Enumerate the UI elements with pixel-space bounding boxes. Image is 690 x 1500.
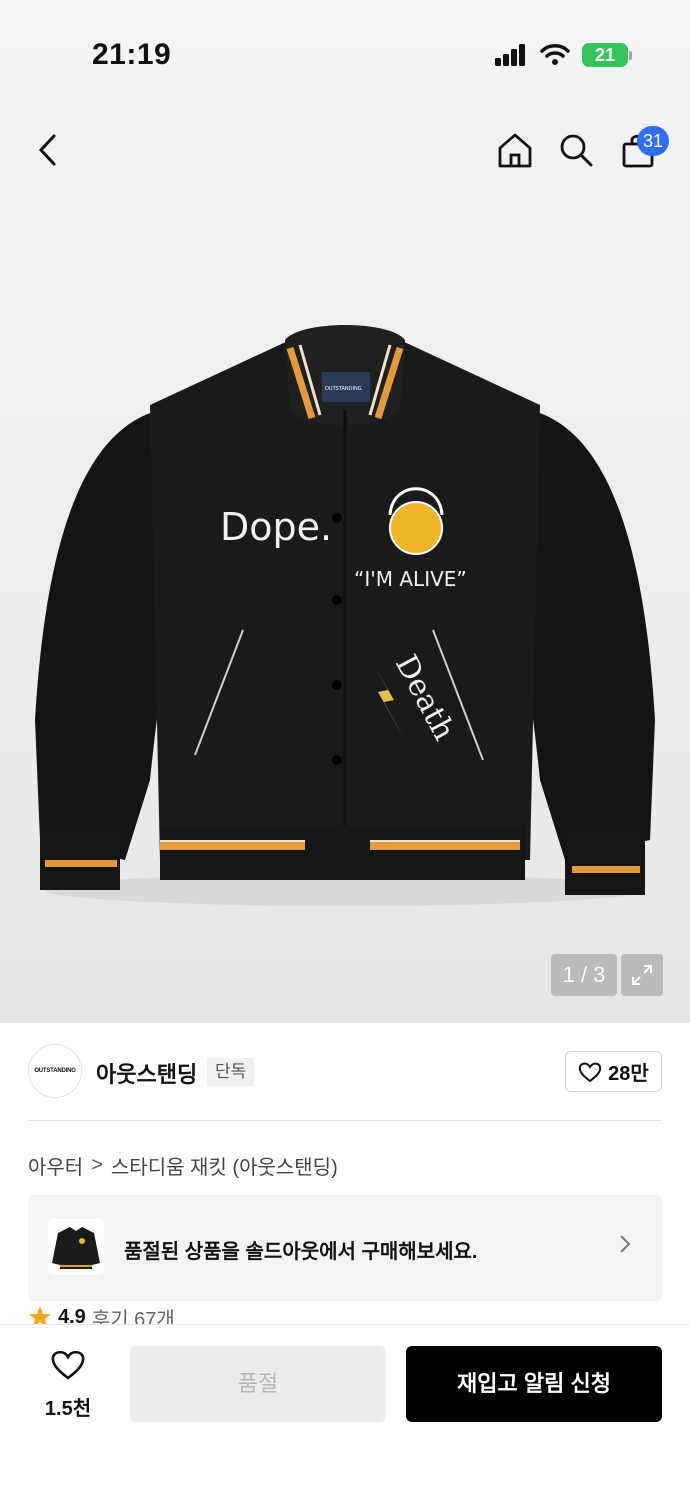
image-pager: 1 / 3 — [551, 954, 617, 996]
status-time: 21:19 — [92, 38, 172, 71]
breadcrumb: 아우터 > 스타디움 재킷 (아웃스탠딩) — [28, 1151, 338, 1180]
cellular-signal-icon — [495, 44, 527, 66]
wifi-icon — [540, 44, 570, 65]
breadcrumb-separator: > — [91, 1154, 103, 1176]
battery-cap — [629, 51, 632, 60]
bottom-action-bar: 1.5천 품절 재입고 알림 신청 — [0, 1324, 690, 1500]
soldout-banner-text: 품절된 상품을 솔드아웃에서 구매해보세요. — [124, 1241, 478, 1263]
wishlist-count: 1.5천 — [44, 1398, 92, 1420]
brand-logo-text: OUTSTANDING — [34, 1068, 76, 1074]
home-icon — [498, 133, 532, 168]
heart-icon — [578, 1062, 602, 1082]
expand-button[interactable] — [621, 954, 663, 996]
breadcrumb-product[interactable]: 스타디움 재킷 (아웃스탠딩) — [111, 1151, 338, 1180]
back-button[interactable] — [26, 128, 70, 172]
heart-icon — [51, 1350, 85, 1380]
back-arrow-icon — [38, 134, 56, 166]
brand-like-count: 28만 — [608, 1063, 649, 1085]
divider — [28, 1120, 662, 1121]
jacket-neck-label: OUTSTANDING — [325, 386, 362, 392]
jacket-text-dope: Dope. — [220, 505, 332, 549]
brand-like-button[interactable]: 28만 — [565, 1051, 662, 1092]
status-bar: 21:19 21 — [0, 0, 690, 100]
exclusive-badge: 단독 — [207, 1058, 255, 1086]
brand-name[interactable]: 아웃스탠딩 — [96, 1057, 197, 1089]
battery-icon: 21 — [582, 43, 628, 67]
search-icon — [560, 134, 593, 167]
wishlist-button[interactable]: 1.5천 — [40, 1349, 96, 1421]
search-button[interactable] — [554, 128, 598, 172]
restock-alert-button[interactable]: 재입고 알림 신청 — [406, 1346, 662, 1422]
cart-count-badge: 31 — [637, 126, 670, 156]
product-image: Dope. “I'M ALIVE” Death OUTSTANDING — [35, 325, 655, 906]
breadcrumb-category[interactable]: 아우터 — [28, 1151, 83, 1180]
chevron-right-icon — [618, 1233, 632, 1262]
soldout-thumbnail — [48, 1219, 104, 1275]
soldout-button[interactable]: 품절 — [130, 1346, 386, 1422]
expand-icon — [632, 965, 652, 985]
brand-logo[interactable]: OUTSTANDING — [28, 1044, 82, 1098]
jacket-text-alive: “I'M ALIVE” — [354, 567, 467, 591]
home-button[interactable] — [493, 128, 537, 172]
soldout-banner[interactable]: 품절된 상품을 솔드아웃에서 구매해보세요. — [28, 1195, 662, 1301]
